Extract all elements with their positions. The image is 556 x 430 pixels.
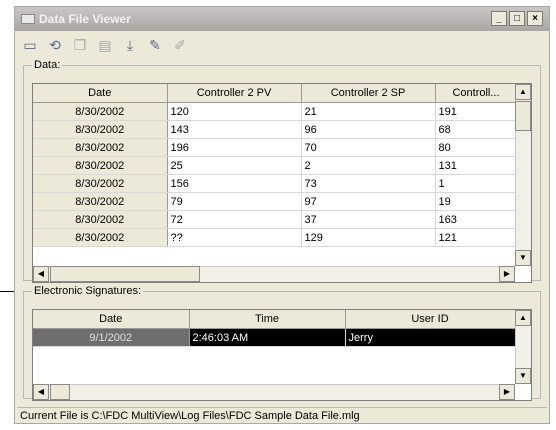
scroll-right-icon[interactable]: ▶: [499, 266, 515, 282]
cell-sp: 21: [301, 102, 436, 121]
table-row[interactable]: 8/30/2002 120 21 191: [33, 102, 518, 121]
data-group-label: Data:: [34, 59, 61, 71]
cell-pv: 156: [167, 174, 302, 193]
cell-controller: 68: [435, 120, 518, 139]
callout-pointer-line: [0, 291, 14, 292]
data-group: Data: Date Controller 2 PV Controller 2 …: [23, 59, 541, 283]
cell-controller: 1: [435, 174, 518, 193]
signatures-grid[interactable]: Date Time User ID 9/1/2002 2:46:03 AM Je…: [32, 309, 532, 401]
table-row[interactable]: 8/30/2002?? 129 121: [33, 228, 518, 247]
close-button[interactable]: ×: [527, 11, 543, 26]
scroll-left-icon[interactable]: ◀: [33, 266, 49, 282]
app-icon: [21, 14, 35, 24]
table-row[interactable]: 8/30/2002 72 37 163: [33, 210, 518, 229]
table-row[interactable]: 8/30/2002 25 2 131: [33, 156, 518, 175]
scroll-up-icon[interactable]: ▲: [515, 84, 531, 100]
cell-controller: 163: [435, 210, 518, 229]
cell-controller: 121: [435, 228, 518, 247]
cell-sp: 129: [301, 228, 436, 247]
table-row[interactable]: 8/30/2002 79 97 19: [33, 192, 518, 211]
title-bar[interactable]: Data File Viewer _ □ ×: [15, 7, 549, 31]
cell-pv: ??: [167, 228, 302, 247]
column-header-signature-date[interactable]: Date: [33, 310, 190, 329]
electronic-signatures-group: Electronic Signatures: Date Time User ID…: [23, 285, 541, 401]
column-header-user-id[interactable]: User ID: [345, 310, 516, 329]
cell-pv: 72: [167, 210, 302, 229]
table-row[interactable]: 8/30/2002 156 73 1: [33, 174, 518, 193]
edit-icon[interactable]: ✎: [144, 34, 166, 56]
column-header-date[interactable]: Date: [33, 84, 168, 103]
open-folder-icon[interactable]: ▭: [19, 34, 41, 56]
scroll-left-icon[interactable]: ◀: [33, 384, 49, 400]
cell-date: 8/30/2002: [33, 156, 168, 175]
cell-sp: 73: [301, 174, 436, 193]
sign-icon[interactable]: ✐: [169, 34, 191, 56]
cell-date: 8/30/2002: [33, 210, 168, 229]
cell-date: 8/30/2002: [33, 102, 168, 121]
cell-date: 8/30/2002: [33, 174, 168, 193]
table-row[interactable]: 8/30/2002 196 70 80: [33, 138, 518, 157]
data-file-viewer-window: Data File Viewer _ □ × ▭ ⟲ ❐ ▤ ⤓ ✎ ✐ Dat…: [14, 6, 550, 424]
minimize-button[interactable]: _: [491, 11, 507, 26]
cell-pv: 196: [167, 138, 302, 157]
cell-signature-date: 9/1/2002: [33, 328, 190, 347]
cell-date: 8/30/2002: [33, 138, 168, 157]
cell-controller: 80: [435, 138, 518, 157]
data-horizontal-scrollbar[interactable]: ◀ ▶: [33, 266, 515, 282]
status-bar: Current File is C:\FDC MultiView\Log Fil…: [17, 407, 547, 423]
scroll-right-icon[interactable]: ▶: [499, 384, 515, 400]
window-title: Data File Viewer: [39, 12, 131, 26]
column-header-controller2-sp[interactable]: Controller 2 SP: [301, 84, 436, 103]
signatures-horizontal-scrollbar[interactable]: ◀ ▶: [33, 384, 515, 400]
cell-sp: 2: [301, 156, 436, 175]
status-text: Current File is C:\FDC MultiView\Log Fil…: [20, 410, 360, 422]
cell-controller: 19: [435, 192, 518, 211]
cell-signature-time: 2:46:03 AM: [189, 328, 346, 347]
cell-sp: 37: [301, 210, 436, 229]
paste-icon[interactable]: ▤: [94, 34, 116, 56]
refresh-icon[interactable]: ⟲: [44, 34, 66, 56]
scroll-thumb[interactable]: [50, 266, 200, 282]
cell-date: 8/30/2002: [33, 228, 168, 247]
cell-date: 8/30/2002: [33, 120, 168, 139]
cell-sp: 96: [301, 120, 436, 139]
data-grid[interactable]: Date Controller 2 PV Controller 2 SP Con…: [32, 83, 532, 283]
cell-pv: 25: [167, 156, 302, 175]
scroll-down-icon[interactable]: ▼: [515, 368, 531, 384]
column-header-controller2-pv[interactable]: Controller 2 PV: [167, 84, 302, 103]
signatures-vertical-scrollbar[interactable]: ▲ ▼: [515, 310, 531, 384]
scroll-up-icon[interactable]: ▲: [515, 310, 531, 326]
cell-controller: 131: [435, 156, 518, 175]
cell-user-id: Jerry: [345, 328, 516, 347]
data-vertical-scrollbar[interactable]: ▲ ▼: [515, 84, 531, 266]
electronic-signatures-label: Electronic Signatures:: [34, 285, 141, 297]
column-header-signature-time[interactable]: Time: [189, 310, 346, 329]
export-icon[interactable]: ⤓: [119, 34, 141, 56]
table-row[interactable]: 8/30/2002 143 96 68: [33, 120, 518, 139]
cell-controller: 191: [435, 102, 518, 121]
cell-date: 8/30/2002: [33, 192, 168, 211]
column-header-controller[interactable]: Controll...: [435, 84, 518, 103]
scroll-down-icon[interactable]: ▼: [515, 250, 531, 266]
maximize-button[interactable]: □: [509, 11, 525, 26]
scroll-thumb[interactable]: [50, 384, 70, 400]
cell-pv: 79: [167, 192, 302, 211]
toolbar: ▭ ⟲ ❐ ▤ ⤓ ✎ ✐: [19, 34, 191, 58]
cell-pv: 120: [167, 102, 302, 121]
cell-sp: 70: [301, 138, 436, 157]
copy-icon[interactable]: ❐: [69, 34, 91, 56]
cell-pv: 143: [167, 120, 302, 139]
table-row[interactable]: 9/1/2002 2:46:03 AM Jerry: [33, 328, 516, 347]
cell-sp: 97: [301, 192, 436, 211]
scroll-thumb[interactable]: [515, 101, 531, 131]
